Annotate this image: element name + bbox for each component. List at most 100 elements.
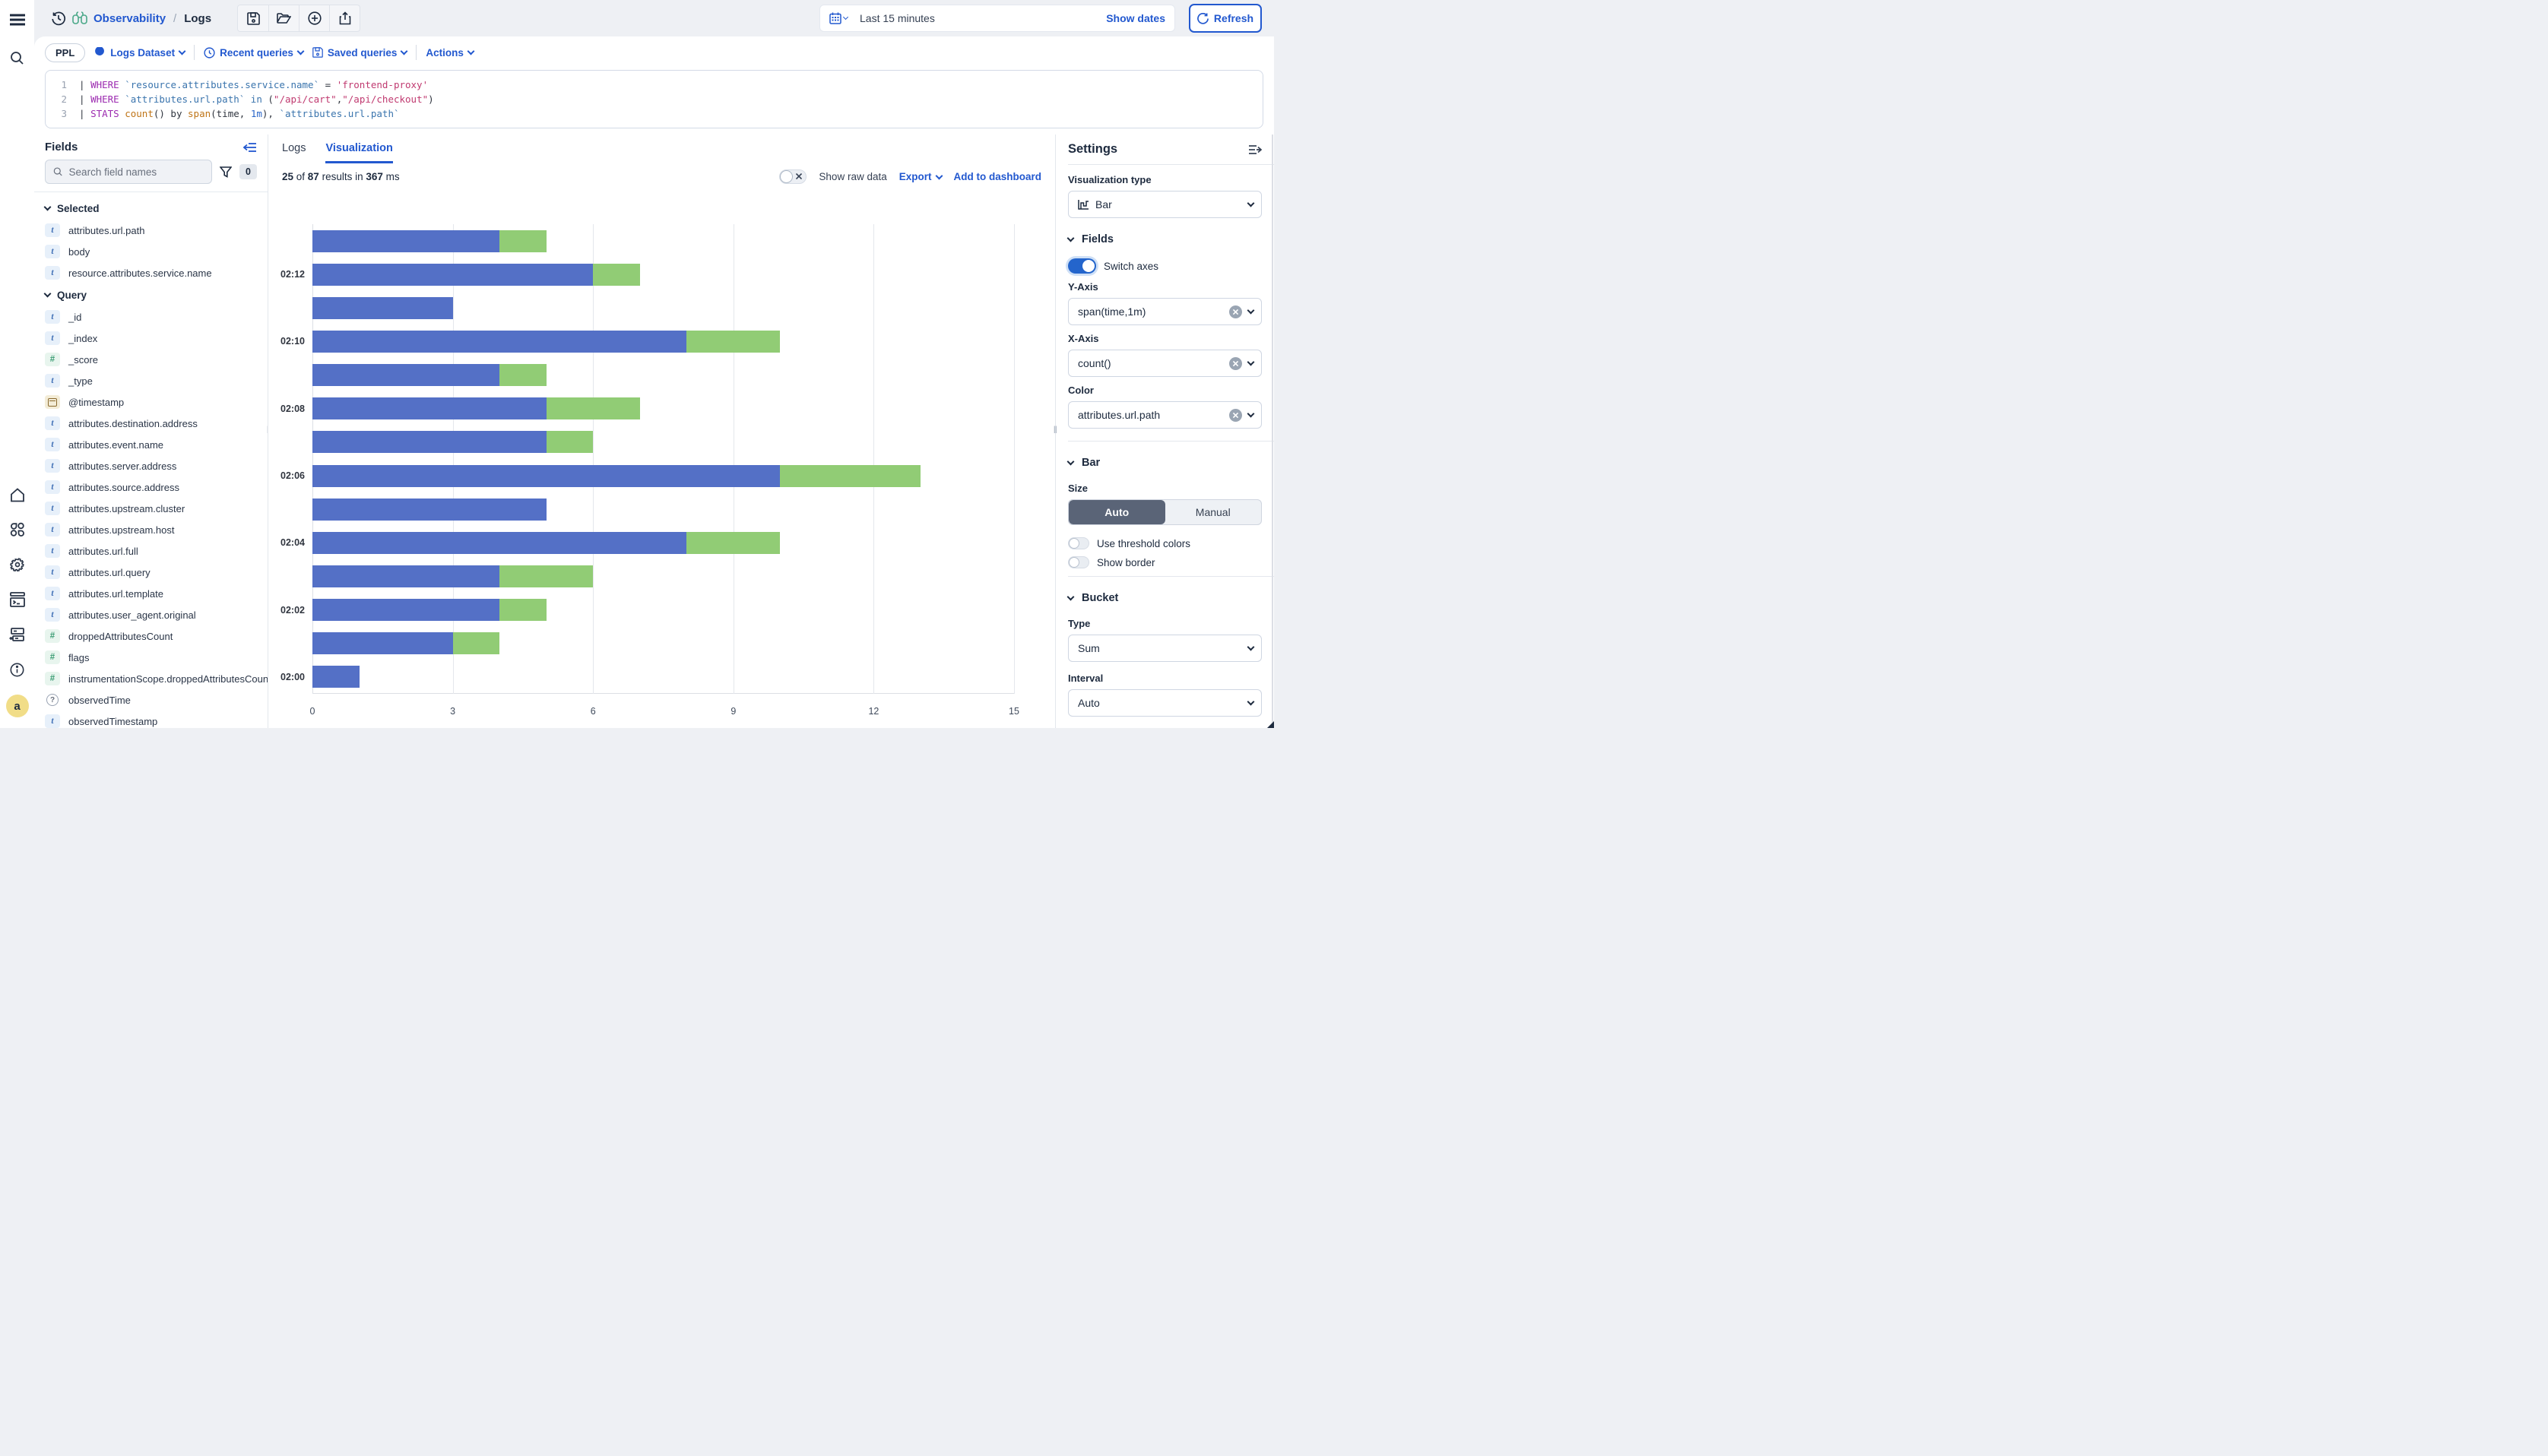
field-item[interactable]: @timestamp — [45, 391, 257, 413]
calendar-icon[interactable] — [829, 12, 848, 24]
field-item[interactable]: t_type — [45, 370, 257, 391]
field-type-icon: # — [45, 672, 60, 685]
open-folder-icon[interactable] — [268, 5, 299, 31]
field-item[interactable]: #instrumentationScope.droppedAttributesC… — [45, 668, 257, 689]
field-item[interactable]: #flags — [45, 647, 257, 668]
field-item[interactable]: tattributes.upstream.host — [45, 519, 257, 540]
history-icon[interactable] — [51, 11, 66, 26]
global-search-icon[interactable] — [8, 48, 27, 68]
bucket-type-select[interactable]: Sum — [1068, 635, 1262, 662]
menu-icon[interactable] — [8, 10, 27, 30]
query-line[interactable]: 3| STATS count() by span(time, 1m), `att… — [46, 106, 1263, 121]
size-manual-option[interactable]: Manual — [1165, 500, 1262, 524]
color-select[interactable]: attributes.url.path — [1068, 401, 1262, 429]
time-range-value[interactable]: Last 15 minutes — [860, 12, 935, 24]
viz-type-select[interactable]: Bar — [1068, 191, 1262, 218]
field-item[interactable]: t_id — [45, 306, 257, 328]
date-picker[interactable]: Last 15 minutes Show dates — [819, 5, 1175, 32]
field-search-input[interactable] — [45, 160, 212, 184]
add-to-dashboard-button[interactable]: Add to dashboard — [954, 171, 1042, 182]
field-item[interactable]: ?observedTime — [45, 689, 257, 711]
share-icon[interactable] — [329, 5, 360, 31]
field-item[interactable]: tattributes.url.query — [45, 562, 257, 583]
left-nav-rail: a — [0, 0, 34, 728]
x-axis-select[interactable]: count() — [1068, 350, 1262, 377]
collapse-settings-panel-icon[interactable] — [1248, 144, 1262, 155]
size-auto-option[interactable]: Auto — [1069, 500, 1165, 524]
bar-02:01 — [312, 632, 499, 654]
bar-accordion[interactable]: Bar — [1068, 451, 1262, 475]
refresh-button[interactable]: Refresh — [1189, 4, 1262, 33]
apps-icon[interactable] — [8, 520, 27, 540]
field-item[interactable]: tattributes.event.name — [45, 434, 257, 455]
field-item[interactable]: t_index — [45, 328, 257, 349]
header-actions — [237, 5, 360, 32]
bar-02:05 — [312, 499, 547, 521]
field-item[interactable]: #_score — [45, 349, 257, 370]
field-section-header[interactable]: Query — [45, 283, 257, 306]
bar-segment — [312, 297, 453, 319]
dataset-selector[interactable]: Logs Dataset — [94, 47, 185, 59]
tab-visualization[interactable]: Visualization — [325, 142, 392, 163]
query-line[interactable]: 2| WHERE `attributes.url.path` in ("/api… — [46, 92, 1263, 106]
bar-segment — [312, 431, 547, 453]
settings-scrollbar[interactable] — [1272, 135, 1273, 728]
window-resize-corner[interactable] — [1267, 721, 1274, 728]
field-item[interactable]: tattributes.url.template — [45, 583, 257, 604]
field-type-icon: t — [45, 502, 60, 515]
threshold-colors-toggle[interactable]: Use threshold colors — [1068, 537, 1262, 549]
show-raw-data-toggle[interactable] — [779, 169, 807, 184]
bar-02:08 — [312, 397, 640, 419]
collapse-fields-panel-icon[interactable] — [243, 142, 257, 153]
y-axis-select[interactable]: span(time,1m) — [1068, 298, 1262, 325]
recent-queries-button[interactable]: Recent queries — [204, 47, 303, 59]
field-item[interactable]: tattributes.destination.address — [45, 413, 257, 434]
ppl-query-editor[interactable]: 1| WHERE `resource.attributes.service.na… — [45, 70, 1263, 128]
settings-panel: Settings Visualization type Bar Fields S… — [1055, 135, 1274, 728]
info-icon[interactable] — [8, 660, 27, 679]
add-panel-icon[interactable] — [8, 625, 27, 644]
field-item[interactable]: tresource.attributes.service.name — [45, 262, 257, 283]
bucket-accordion[interactable]: Bucket — [1068, 586, 1262, 610]
field-item[interactable]: tattributes.source.address — [45, 476, 257, 498]
save-icon[interactable] — [238, 5, 268, 31]
field-type-icon: t — [45, 544, 60, 558]
show-dates-button[interactable]: Show dates — [1106, 12, 1165, 24]
x-axis-label: X-Axis — [1068, 333, 1262, 344]
y-axis-tick: 02:08 — [268, 392, 306, 426]
field-item[interactable]: tattributes.url.path — [45, 220, 257, 241]
field-item[interactable]: tattributes.user_agent.original — [45, 604, 257, 625]
field-section-header[interactable]: Selected — [45, 197, 257, 220]
observability-icon — [72, 11, 87, 25]
field-type-icon: t — [45, 714, 60, 728]
field-item[interactable]: tattributes.upstream.cluster — [45, 498, 257, 519]
query-language-picker[interactable]: PPL — [45, 43, 85, 62]
actions-menu-button[interactable]: Actions — [426, 47, 474, 59]
user-avatar[interactable]: a — [6, 695, 29, 717]
dev-tools-icon[interactable] — [8, 590, 27, 609]
bucket-interval-select[interactable]: Auto — [1068, 689, 1262, 717]
saved-queries-button[interactable]: Saved queries — [312, 47, 407, 59]
size-label: Size — [1068, 483, 1262, 494]
field-item[interactable]: #droppedAttributesCount — [45, 625, 257, 647]
tab-logs[interactable]: Logs — [282, 142, 306, 163]
settings-resize-handle[interactable]: ‖ — [1054, 424, 1058, 435]
settings-gear-icon[interactable] — [8, 555, 27, 574]
breadcrumb-section[interactable]: Observability — [93, 12, 166, 25]
query-line[interactable]: 1| WHERE `resource.attributes.service.na… — [46, 78, 1263, 92]
field-item[interactable]: tattributes.server.address — [45, 455, 257, 476]
field-item[interactable]: tattributes.url.full — [45, 540, 257, 562]
home-icon[interactable] — [8, 485, 27, 505]
new-query-icon[interactable] — [299, 5, 329, 31]
export-button[interactable]: Export — [899, 171, 942, 182]
settings-title: Settings — [1068, 142, 1117, 157]
field-item[interactable]: tbody — [45, 241, 257, 262]
switch-axes-toggle[interactable]: Switch axes — [1068, 258, 1262, 274]
bar-segment — [547, 397, 640, 419]
show-border-toggle[interactable]: Show border — [1068, 556, 1262, 568]
bar-segment — [593, 264, 640, 286]
field-item[interactable]: tobservedTimestamp — [45, 711, 257, 728]
field-filter-icon[interactable] — [220, 166, 232, 178]
fields-accordion[interactable]: Fields — [1068, 227, 1262, 252]
bar-02:10 — [312, 331, 780, 353]
